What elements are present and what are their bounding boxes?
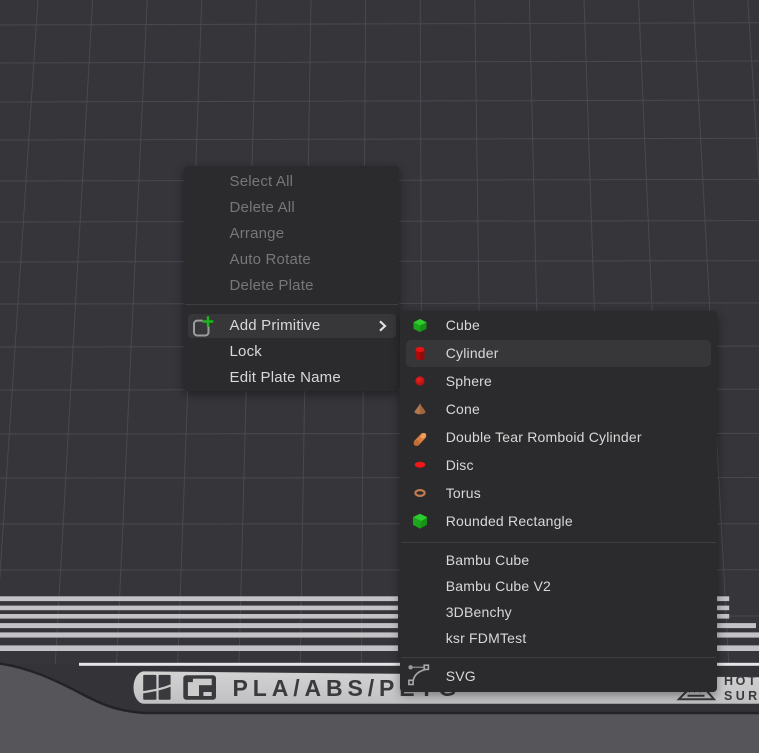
- svg-text:SURF: SURF: [724, 689, 759, 703]
- svg-text:HOT: HOT: [724, 674, 758, 688]
